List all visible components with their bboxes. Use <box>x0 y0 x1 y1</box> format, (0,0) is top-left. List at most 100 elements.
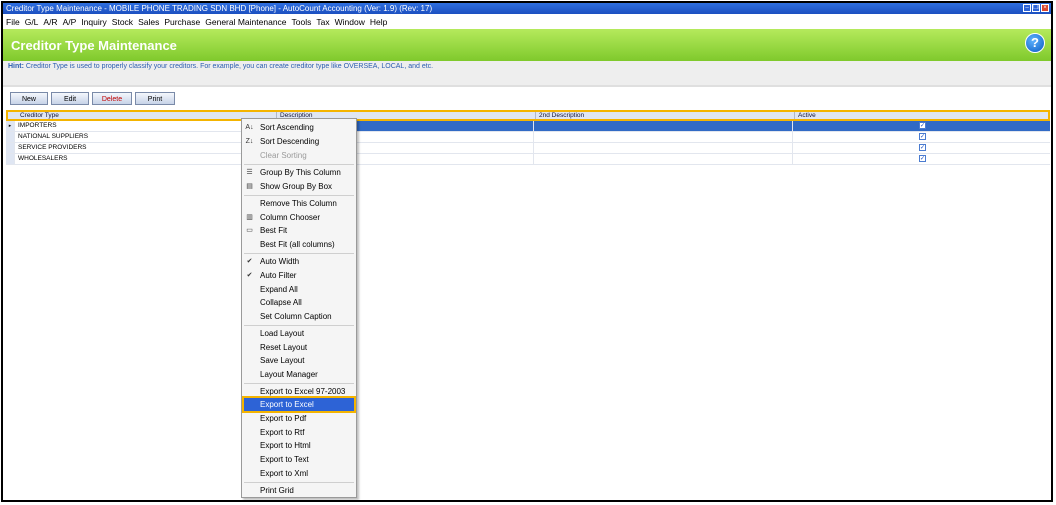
menu-item-label: Export to Excel 97-2003 <box>260 387 346 396</box>
column-context-menu: A↓ Sort Ascending Z↓ Sort Descending Clear… <box>241 118 357 498</box>
cell-2nd-description[interactable] <box>534 121 793 131</box>
cell-active[interactable]: ✓ <box>793 154 1048 164</box>
menu-item-auto-width[interactable]: ✔ Auto Width <box>242 255 356 268</box>
menu-item-export-excel-97-2003[interactable]: Export to Excel 97-2003 <box>242 385 356 398</box>
page-header: Creditor Type Maintenance ? <box>3 29 1051 61</box>
menu-tools[interactable]: Tools <box>292 17 312 27</box>
menu-item-group-by-this-column[interactable]: ☰ Group By This Column <box>242 166 356 179</box>
menu-item-label: Show Group By Box <box>260 182 333 191</box>
menu-item-label: Export to Text <box>260 455 309 464</box>
cell-2nd-description[interactable] <box>534 143 793 153</box>
menu-item-export-to-rtf[interactable]: Export to Rtf <box>242 426 356 439</box>
menu-item-show-group-by-box[interactable]: ▤ Show Group By Box <box>242 180 356 193</box>
edit-button[interactable]: Edit <box>51 92 89 105</box>
table-row[interactable]: SERVICE PROVIDERS ✓ <box>6 143 1050 154</box>
menu-item-print-grid[interactable]: Print Grid <box>242 484 356 497</box>
cell-active[interactable]: ✓ <box>793 143 1048 153</box>
cell-active[interactable]: ✓ <box>793 121 1048 131</box>
menu-item-export-to-pdf[interactable]: Export to Pdf <box>242 412 356 425</box>
menu-item-clear-sorting: Clear Sorting <box>242 149 356 162</box>
menu-item-label: Remove This Column <box>260 199 337 208</box>
column-header-creditor-type[interactable]: Creditor Type <box>17 112 277 119</box>
menu-ap[interactable]: A/P <box>63 17 77 27</box>
table-row[interactable]: WHOLESALERS ✓ <box>6 154 1050 165</box>
menu-purchase[interactable]: Purchase <box>164 17 200 27</box>
menu-window[interactable]: Window <box>335 17 365 27</box>
table-row[interactable]: NATIONAL SUPPLIERS ✓ <box>6 132 1050 143</box>
title-bar: Creditor Type Maintenance - MOBILE PHONE… <box>3 3 1051 14</box>
help-icon[interactable]: ? <box>1025 33 1045 53</box>
column-chooser-icon: ▥ <box>246 214 253 221</box>
divider <box>3 85 1051 87</box>
menu-item-sort-descending[interactable]: Z↓ Sort Descending <box>242 135 356 148</box>
best-fit-icon: ▭ <box>246 227 253 234</box>
menu-item-export-to-html[interactable]: Export to Html <box>242 439 356 452</box>
row-indicator <box>6 154 15 164</box>
cell-2nd-description[interactable] <box>534 154 793 164</box>
active-checkbox[interactable]: ✓ <box>919 133 926 140</box>
menu-item-best-fit[interactable]: ▭ Best Fit <box>242 224 356 237</box>
menu-item-set-column-caption[interactable]: Set Column Caption <box>242 310 356 323</box>
close-icon[interactable]: × <box>1041 4 1049 12</box>
row-indicator <box>6 143 15 153</box>
menu-separator <box>244 383 354 384</box>
menu-stock[interactable]: Stock <box>112 17 133 27</box>
menu-item-label: Auto Filter <box>260 271 297 280</box>
sort-ascending-icon: A↓ <box>245 124 254 131</box>
menu-item-best-fit-all-columns[interactable]: Best Fit (all columns) <box>242 238 356 251</box>
cell-creditor-type[interactable]: SERVICE PROVIDERS <box>15 143 275 153</box>
print-button[interactable]: Print <box>135 92 175 105</box>
sort-descending-icon: Z↓ <box>245 138 254 145</box>
menu-inquiry[interactable]: Inquiry <box>81 17 107 27</box>
menu-item-export-to-excel[interactable]: Export to Excel <box>242 396 356 413</box>
menu-separator <box>244 195 354 196</box>
menu-item-layout-manager[interactable]: Layout Manager <box>242 368 356 381</box>
menu-item-export-to-xml[interactable]: Export to Xml <box>242 467 356 480</box>
cell-creditor-type[interactable]: WHOLESALERS <box>15 154 275 164</box>
menu-sales[interactable]: Sales <box>138 17 159 27</box>
menu-item-export-to-text[interactable]: Export to Text <box>242 453 356 466</box>
menu-item-expand-all[interactable]: Expand All <box>242 283 356 296</box>
cell-creditor-type[interactable]: NATIONAL SUPPLIERS <box>15 132 275 142</box>
menu-ar[interactable]: A/R <box>43 17 57 27</box>
menu-item-label: Sort Descending <box>260 137 320 146</box>
menu-item-remove-this-column[interactable]: Remove This Column <box>242 197 356 210</box>
grid-header: Creditor Type Description 2nd Descriptio… <box>6 110 1050 121</box>
cell-2nd-description[interactable] <box>534 132 793 142</box>
active-checkbox[interactable]: ✓ <box>919 144 926 151</box>
menu-item-label: Set Column Caption <box>260 312 332 321</box>
cell-creditor-type[interactable]: IMPORTERS <box>15 121 275 131</box>
menu-item-label: Clear Sorting <box>260 151 307 160</box>
menu-general-maintenance[interactable]: General Maintenance <box>205 17 286 27</box>
menu-bar: File G/L A/R A/P Inquiry Stock Sales Pur… <box>3 14 1051 29</box>
hint-bar: Hint: Creditor Type is used to properly … <box>3 61 1051 85</box>
column-header-2nd-description[interactable]: 2nd Description <box>536 112 795 119</box>
menu-item-label: Collapse All <box>260 298 302 307</box>
table-row[interactable]: ▸ IMPORTERS ✓ <box>6 121 1050 132</box>
menu-item-load-layout[interactable]: Load Layout <box>242 327 356 340</box>
menu-help[interactable]: Help <box>370 17 387 27</box>
menu-item-collapse-all[interactable]: Collapse All <box>242 296 356 309</box>
menu-separator <box>244 325 354 326</box>
minimize-icon[interactable]: – <box>1023 4 1031 12</box>
cell-active[interactable]: ✓ <box>793 132 1048 142</box>
row-indicator <box>6 132 15 142</box>
menu-file[interactable]: File <box>6 17 20 27</box>
delete-button[interactable]: Delete <box>92 92 132 105</box>
menu-item-column-chooser[interactable]: ▥ Column Chooser <box>242 211 356 224</box>
menu-tax[interactable]: Tax <box>316 17 329 27</box>
menu-item-reset-layout[interactable]: Reset Layout <box>242 341 356 354</box>
restore-icon[interactable]: ❐ <box>1032 4 1040 12</box>
column-header-active[interactable]: Active <box>795 112 1048 119</box>
active-checkbox[interactable]: ✓ <box>919 155 926 162</box>
menu-item-sort-ascending[interactable]: A↓ Sort Ascending <box>242 121 356 134</box>
menu-item-label: Export to Pdf <box>260 414 307 423</box>
new-button[interactable]: New <box>10 92 48 105</box>
menu-gl[interactable]: G/L <box>25 17 39 27</box>
row-indicator-icon: ▸ <box>6 121 15 131</box>
application-window: Creditor Type Maintenance - MOBILE PHONE… <box>1 1 1053 502</box>
active-checkbox[interactable]: ✓ <box>919 122 926 129</box>
creditor-type-grid: Creditor Type Description 2nd Descriptio… <box>6 110 1050 165</box>
menu-item-save-layout[interactable]: Save Layout <box>242 354 356 367</box>
menu-item-auto-filter[interactable]: ✔ Auto Filter <box>242 269 356 282</box>
